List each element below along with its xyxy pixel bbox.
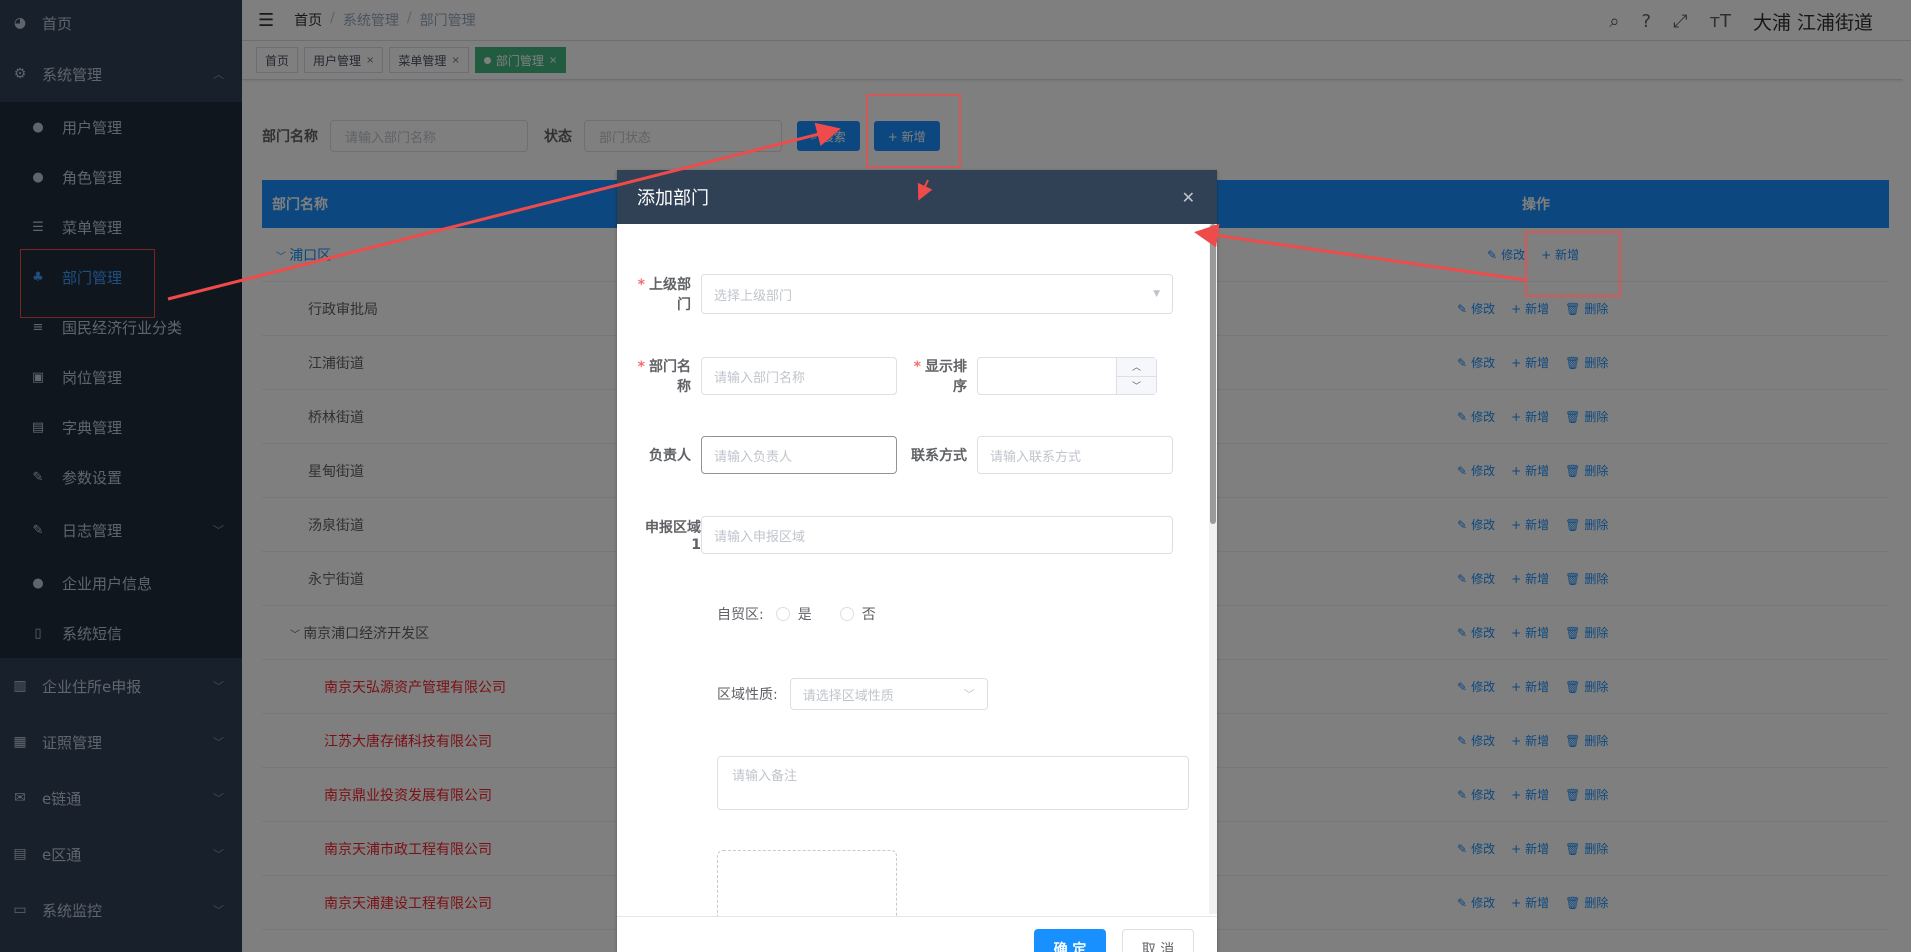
required-mark: * [637,359,645,375]
nature-placeholder: 请选择区域性质 [802,688,894,704]
area-input[interactable]: 请输入申报区域 [701,516,1173,554]
remark-textarea[interactable]: 请输入备注 [717,756,1189,810]
form-row-area: 申报区域1 请输入申报区域 [637,516,1173,554]
phone-placeholder: 请输入联系方式 [990,449,1082,465]
chevron-down-icon[interactable]: ﹀ [1117,376,1156,394]
confirm-button[interactable]: 确 定 [1034,929,1106,952]
dialog-title: 添加部门 [637,188,709,209]
radio-circle-icon [839,607,854,621]
nature-select[interactable]: 请选择区域性质 ﹀ [789,678,988,710]
radio-label: 否 [861,607,876,623]
dept-name-field[interactable]: 请输入部门名称 [701,357,897,395]
radio-circle-icon [775,607,790,621]
chevron-up-icon[interactable]: ︿ [1117,358,1156,377]
parent-dept-label: * 上级部门 [637,274,691,314]
leader-label: 负责人 [649,448,691,464]
cancel-button[interactable]: 取 消 [1122,929,1194,952]
parent-dept-label-text: 上级部门 [649,277,691,313]
dialog-scrollbar-thumb[interactable] [1210,224,1216,524]
form-row-name: * 部门名称 请输入部门名称 * 显示排序 ︿ ﹀ [637,356,1157,396]
chevron-down-icon: ﹀ [963,688,975,701]
dialog-footer: 确 定 取 消 [617,916,1217,952]
ftz-yes-radio[interactable]: 是 [775,604,812,624]
form-row-nature: 区域性质: 请选择区域性质 ﹀ [717,678,988,710]
close-icon[interactable]: ✕ [1182,188,1195,207]
nature-label: 区域性质: [717,687,778,703]
phone-label: 联系方式 [911,448,967,464]
upload-area[interactable] [717,850,897,916]
area-label: 申报区域1 [645,520,701,553]
form-row-parent: * 上级部门 选择上级部门 ▼ [637,274,1173,314]
caret-down-icon: ▼ [1153,289,1160,299]
order-stepper[interactable]: ︿ ﹀ [977,357,1157,395]
ftz-no-radio[interactable]: 否 [839,604,876,624]
leader-placeholder: 请输入负责人 [714,449,793,465]
parent-dept-placeholder: 选择上级部门 [714,288,793,304]
dialog-body: * 上级部门 选择上级部门 ▼ * 部门名称 请输入部门名称 * 显示排序 ︿ ﹀ 负… [617,224,1209,916]
required-mark: * [913,359,921,375]
dept-name-placeholder: 请输入部门名称 [714,370,806,386]
required-mark: * [637,277,645,293]
stepper-controls: ︿ ﹀ [1116,358,1156,394]
dialog-header: 添加部门 ✕ [617,170,1217,224]
radio-label: 是 [797,607,812,623]
dept-name-label-text: 部门名称 [649,359,691,395]
add-dept-dialog: 添加部门 ✕ * 上级部门 选择上级部门 ▼ * 部门名称 请输入部门名称 * 显示排… [617,170,1217,952]
form-row-leader: 负责人 请输入负责人 联系方式 请输入联系方式 [637,436,1173,474]
form-row-ftz: 自贸区: 是 否 [717,604,904,624]
order-label: * 显示排序 [901,356,967,396]
area-placeholder: 请输入申报区域 [714,529,806,545]
phone-input[interactable]: 请输入联系方式 [977,436,1173,474]
parent-dept-select[interactable]: 选择上级部门 ▼ [701,274,1173,314]
ftz-label: 自贸区: [717,607,764,623]
remark-placeholder: 请输入备注 [732,769,798,784]
leader-input[interactable]: 请输入负责人 [701,436,897,474]
order-label-text: 显示排序 [925,359,967,395]
dept-name-field-label: * 部门名称 [637,356,691,396]
